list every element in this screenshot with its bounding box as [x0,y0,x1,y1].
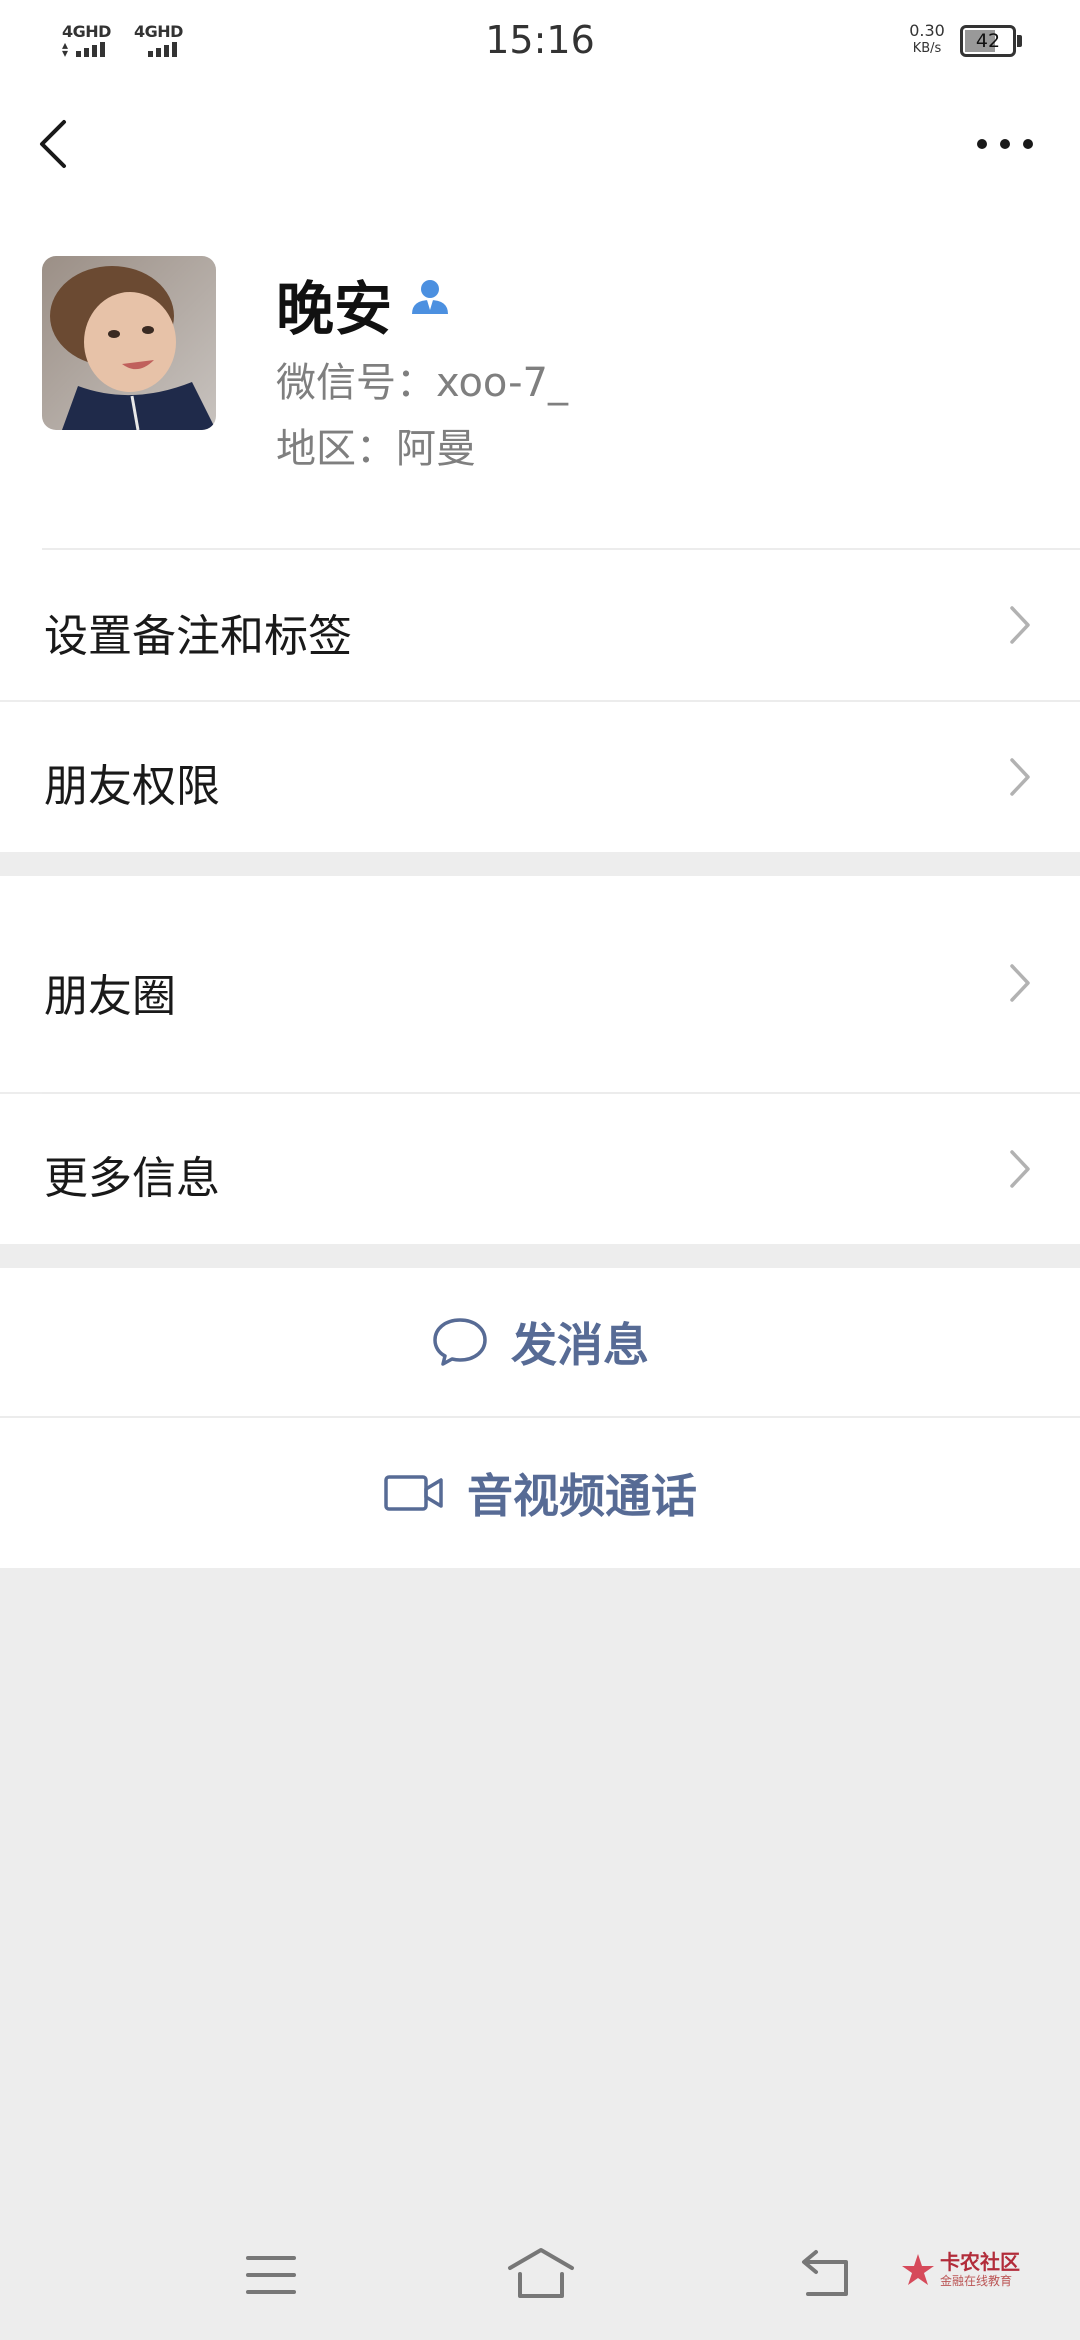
menu-item-label: 朋友圈 [44,971,176,1022]
battery-icon: 42 [960,25,1022,57]
send-message-label: 发消息 [511,1318,649,1372]
menu-item-label: 朋友权限 [44,761,220,812]
back-arrow-icon[interactable] [794,2240,856,2310]
network-speed: 0.30 KB/s [909,21,945,57]
menu-item-label: 更多信息 [44,1153,220,1204]
more-button[interactable] [970,124,1040,164]
menu-item-friend-permissions[interactable]: 朋友权限 [0,702,1080,852]
battery-level: 42 [975,30,1001,52]
send-message-button[interactable]: 发消息 [0,1268,1080,1416]
home-icon[interactable] [504,2240,578,2310]
av-call-button[interactable]: 音视频通话 [0,1418,1080,1568]
menu-item-remark-tags[interactable]: 设置备注和标签 [0,550,1080,700]
chevron-right-icon [1010,1150,1030,1188]
watermark-logo-icon [902,2254,934,2285]
region: 地区：阿曼 [276,426,476,472]
wechat-id: 微信号：xoo-7_ [276,360,569,406]
menu-item-moments[interactable]: 朋友圈 [0,876,1080,1092]
watermark: 卡农社区 金融在线教育 [900,2246,1030,2296]
av-call-label: 音视频通话 [467,1469,697,1523]
back-button[interactable] [30,114,80,174]
avatar-image [42,256,216,430]
profile-header: 晚安 微信号：xoo-7_ 地区：阿曼 [0,214,1080,550]
menu-item-more-info[interactable]: 更多信息 [0,1094,1080,1244]
status-bar: 4GHD ▴ ▾ 4GHD 15:16 0.30 KB/s 42 [0,0,1080,84]
chevron-right-icon [1010,606,1030,644]
video-camera-icon [384,1475,443,1511]
avatar[interactable] [42,256,216,430]
chevron-left-icon [40,120,66,168]
menu-lines-icon[interactable] [240,2240,302,2310]
chevron-right-icon [1010,758,1030,796]
profile-name: 晚安 [276,275,393,343]
menu-item-label: 设置备注和标签 [44,611,352,662]
chat-bubble-icon [433,1318,487,1366]
nav-bar [0,84,1080,214]
contact-person-icon [412,280,448,314]
chevron-right-icon [1010,964,1030,1002]
more-dots-icon [977,139,1033,149]
